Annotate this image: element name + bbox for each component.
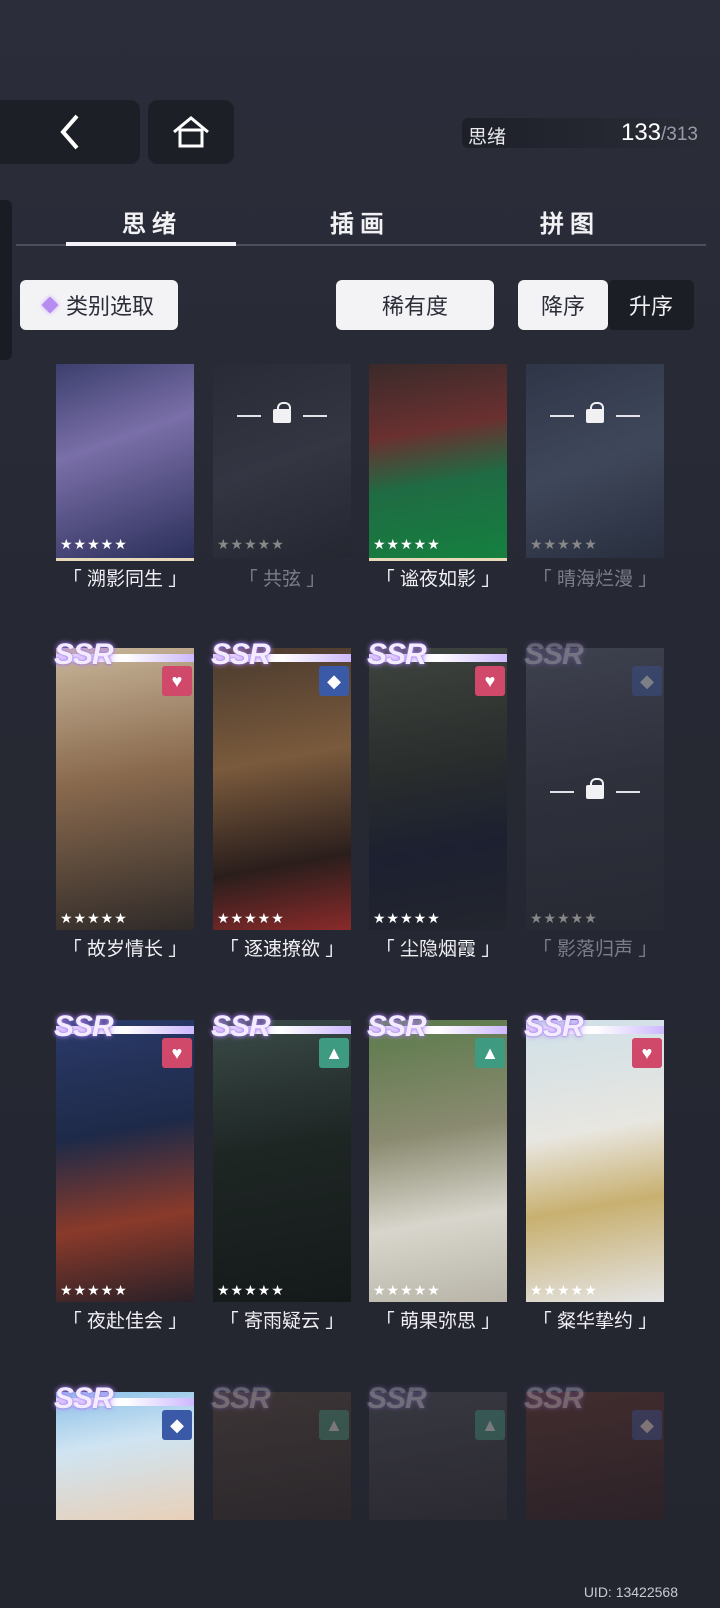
star-rating: ★★★★★: [217, 1282, 285, 1298]
card-name: 「 溯影同生 」: [62, 569, 188, 590]
tab-thoughts[interactable]: 思绪: [122, 204, 182, 239]
collection-counter: 思绪 133/313: [462, 118, 706, 148]
back-arrow-icon: [60, 114, 79, 150]
flash-diamond-icon: ◆: [632, 1410, 662, 1440]
card-name: 「 夜赴佳会 」: [62, 1311, 188, 1332]
heart-icon: ♥: [475, 666, 505, 696]
triangle-icon: ▲: [475, 1410, 505, 1440]
tab-illustrations[interactable]: 插画: [330, 204, 390, 239]
ssr-rarity-label: SSR: [211, 638, 271, 671]
card-name: 「 萌果弥思 」: [375, 1311, 501, 1332]
sort-desc-button[interactable]: 降序: [518, 280, 608, 330]
ssr-rarity-label: SSR: [367, 1010, 427, 1043]
card-name: 「 粲华挚约 」: [532, 1311, 658, 1332]
flash-diamond-icon: ◆: [632, 666, 662, 696]
card-name: 「 晴海烂漫 」: [532, 569, 658, 590]
triangle-icon: ▲: [319, 1038, 349, 1068]
card-name: 「 影落归声 」: [532, 939, 658, 960]
star-rating: ★★★★★: [530, 536, 598, 552]
card-frame: [369, 558, 507, 561]
star-rating: ★★★★★: [217, 910, 285, 926]
ssr-rarity-label: SSR: [54, 1010, 114, 1043]
user-id: UID: 13422568: [583, 1584, 678, 1600]
side-panel-edge: [0, 200, 12, 360]
star-rating: ★★★★★: [217, 536, 285, 552]
flash-diamond-icon: ◆: [162, 1410, 192, 1440]
ssr-rarity-label: SSR: [211, 1010, 271, 1043]
counter-value: 133/313: [620, 119, 698, 146]
heart-icon: ♥: [162, 1038, 192, 1068]
category-filter-button[interactable]: 类别选取: [20, 280, 178, 330]
star-rating: ★★★★★: [60, 536, 128, 552]
card-name: 「 逐速撩欲 」: [219, 939, 345, 960]
star-rating: ★★★★★: [373, 536, 441, 552]
star-rating: ★★★★★: [60, 910, 128, 926]
card-name: 「 尘隐烟霞 」: [375, 939, 501, 960]
ssr-rarity-label: SSR: [54, 638, 114, 671]
tab-active-indicator: [66, 242, 236, 246]
triangle-icon: ▲: [475, 1038, 505, 1068]
ssr-rarity-label: SSR: [367, 1382, 427, 1415]
ssr-rarity-label: SSR: [524, 638, 584, 671]
rarity-sort-button[interactable]: 稀有度: [336, 280, 494, 330]
card-name: 「 寄雨疑云 」: [219, 1311, 345, 1332]
ssr-rarity-label: SSR: [367, 638, 427, 671]
star-rating: ★★★★★: [373, 910, 441, 926]
star-rating: ★★★★★: [373, 1282, 441, 1298]
card-frame: [56, 558, 194, 561]
lock-icon: [235, 402, 329, 426]
star-rating: ★★★★★: [60, 1282, 128, 1298]
sort-asc-button[interactable]: 升序: [608, 280, 694, 330]
ssr-rarity-label: SSR: [211, 1382, 271, 1415]
home-icon: [173, 116, 209, 148]
heart-icon: ♥: [162, 666, 192, 696]
lock-icon: [548, 778, 642, 802]
ssr-rarity-label: SSR: [54, 1382, 114, 1415]
heart-icon: ♥: [632, 1038, 662, 1068]
card-art: [526, 364, 664, 558]
tab-puzzle[interactable]: 拼图: [540, 204, 600, 239]
flash-diamond-icon: ◆: [319, 666, 349, 696]
counter-label: 思绪: [468, 127, 507, 148]
card-name: 「 谧夜如影 」: [375, 569, 501, 590]
diamond-icon: [41, 296, 59, 314]
star-rating: ★★★★★: [530, 1282, 598, 1298]
star-rating: ★★★★★: [530, 910, 598, 926]
lock-icon: [548, 402, 642, 426]
card-name: 「 共弦 」: [238, 569, 326, 590]
triangle-icon: ▲: [319, 1410, 349, 1440]
card-name: 「 故岁情长 」: [62, 939, 188, 960]
home-button[interactable]: [148, 100, 234, 164]
ssr-rarity-label: SSR: [524, 1382, 584, 1415]
card-art: [56, 364, 194, 558]
ssr-rarity-label: SSR: [524, 1010, 584, 1043]
card-art: [213, 364, 351, 558]
back-button[interactable]: [0, 100, 140, 164]
card-art: [369, 364, 507, 558]
